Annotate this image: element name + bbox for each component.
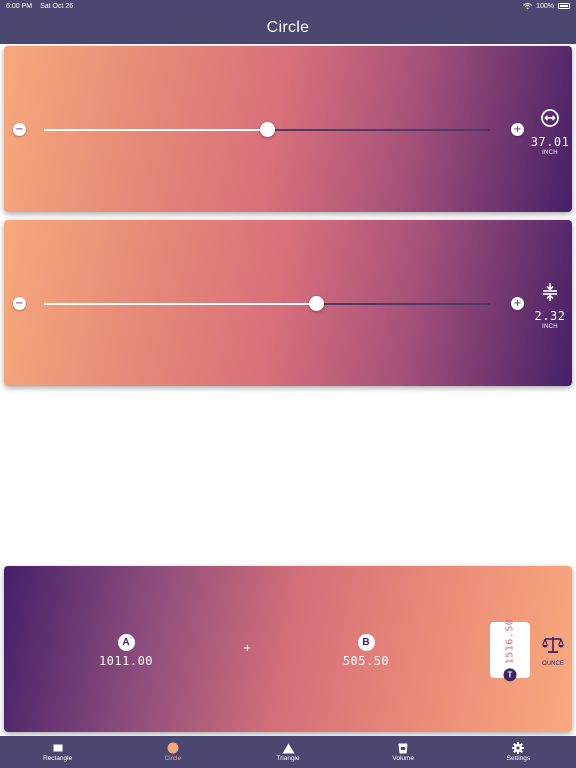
diameter-value: 37.01 — [530, 135, 570, 149]
result-a: A 1011.00 — [96, 634, 156, 668]
thickness-value: 2.32 — [534, 309, 566, 323]
rectangle-icon — [51, 742, 65, 754]
unit-label: OUNCE — [542, 661, 564, 667]
diameter-slider-thumb[interactable] — [259, 122, 275, 137]
total-content: T 1516.50 — [503, 618, 517, 682]
result-a-value: 1011.00 — [98, 654, 154, 668]
tab-settings[interactable]: Settings — [461, 736, 576, 768]
thickness-slider-thumb[interactable] — [308, 296, 324, 311]
result-b-value: 505.50 — [342, 654, 390, 668]
diameter-slider-track-filled[interactable] — [44, 129, 267, 131]
diameter-plus-button[interactable]: + — [511, 123, 524, 136]
battery-icon — [558, 3, 570, 9]
result-b: B 505.50 — [336, 634, 396, 668]
tab-volume[interactable]: Volume — [346, 736, 461, 768]
thickness-value-block: 2.32 INCH — [525, 282, 575, 330]
total-badge: T — [503, 668, 517, 682]
thickness-minus-button[interactable]: − — [13, 297, 26, 310]
diameter-icon — [541, 109, 559, 127]
thickness-icon — [543, 283, 557, 301]
tab-settings-label: Settings — [506, 755, 531, 762]
tab-circle-label: Circle — [164, 755, 182, 762]
diameter-unit: INCH — [542, 150, 558, 156]
gear-icon — [511, 742, 525, 754]
triangle-icon — [281, 742, 295, 754]
tab-rectangle-label: Rectangle — [42, 755, 73, 762]
diameter-slider-track-empty[interactable] — [267, 129, 490, 131]
tab-circle[interactable]: Circle — [115, 736, 230, 768]
tab-bar: Rectangle Circle Triangle Volume Setting… — [0, 736, 576, 768]
status-date: Sat Oct 26 — [40, 2, 74, 10]
thickness-card: − + 2.32 INCH — [4, 220, 572, 386]
wifi-icon — [523, 2, 533, 9]
thickness-unit: INCH — [542, 324, 558, 330]
result-a-badge: A — [117, 634, 135, 651]
thickness-slider-track-empty[interactable] — [316, 303, 490, 305]
diameter-minus-button[interactable]: − — [13, 123, 26, 136]
total-box[interactable]: T 1516.50 — [490, 619, 530, 682]
operator-plus: + — [243, 643, 252, 654]
results-card — [4, 566, 572, 732]
tab-volume-label: Volume — [392, 755, 415, 762]
diameter-value-block: 37.01 INCH — [525, 108, 575, 156]
page-title: Circle — [266, 19, 310, 36]
diameter-card: − + 37.01 INCH — [4, 46, 572, 212]
scale-icon — [542, 637, 564, 653]
tab-rectangle[interactable]: Rectangle — [0, 736, 115, 768]
cup-icon — [396, 742, 410, 754]
status-time: 6:00 PM — [6, 2, 33, 10]
thickness-slider-track-filled[interactable] — [44, 303, 317, 305]
tab-triangle[interactable]: Triangle — [230, 736, 345, 768]
result-b-badge: B — [357, 634, 375, 651]
status-bar: 6:00 PM Sat Oct 26 100% — [0, 0, 576, 12]
total-value: 1516.50 — [504, 618, 516, 665]
nav-bar: Circle — [0, 12, 576, 44]
tab-triangle-label: Triangle — [276, 755, 300, 762]
circle-icon — [166, 742, 180, 754]
unit-toggle[interactable]: OUNCE — [538, 636, 568, 667]
thickness-plus-button[interactable]: + — [511, 297, 524, 310]
battery-percent: 100% — [536, 2, 554, 10]
